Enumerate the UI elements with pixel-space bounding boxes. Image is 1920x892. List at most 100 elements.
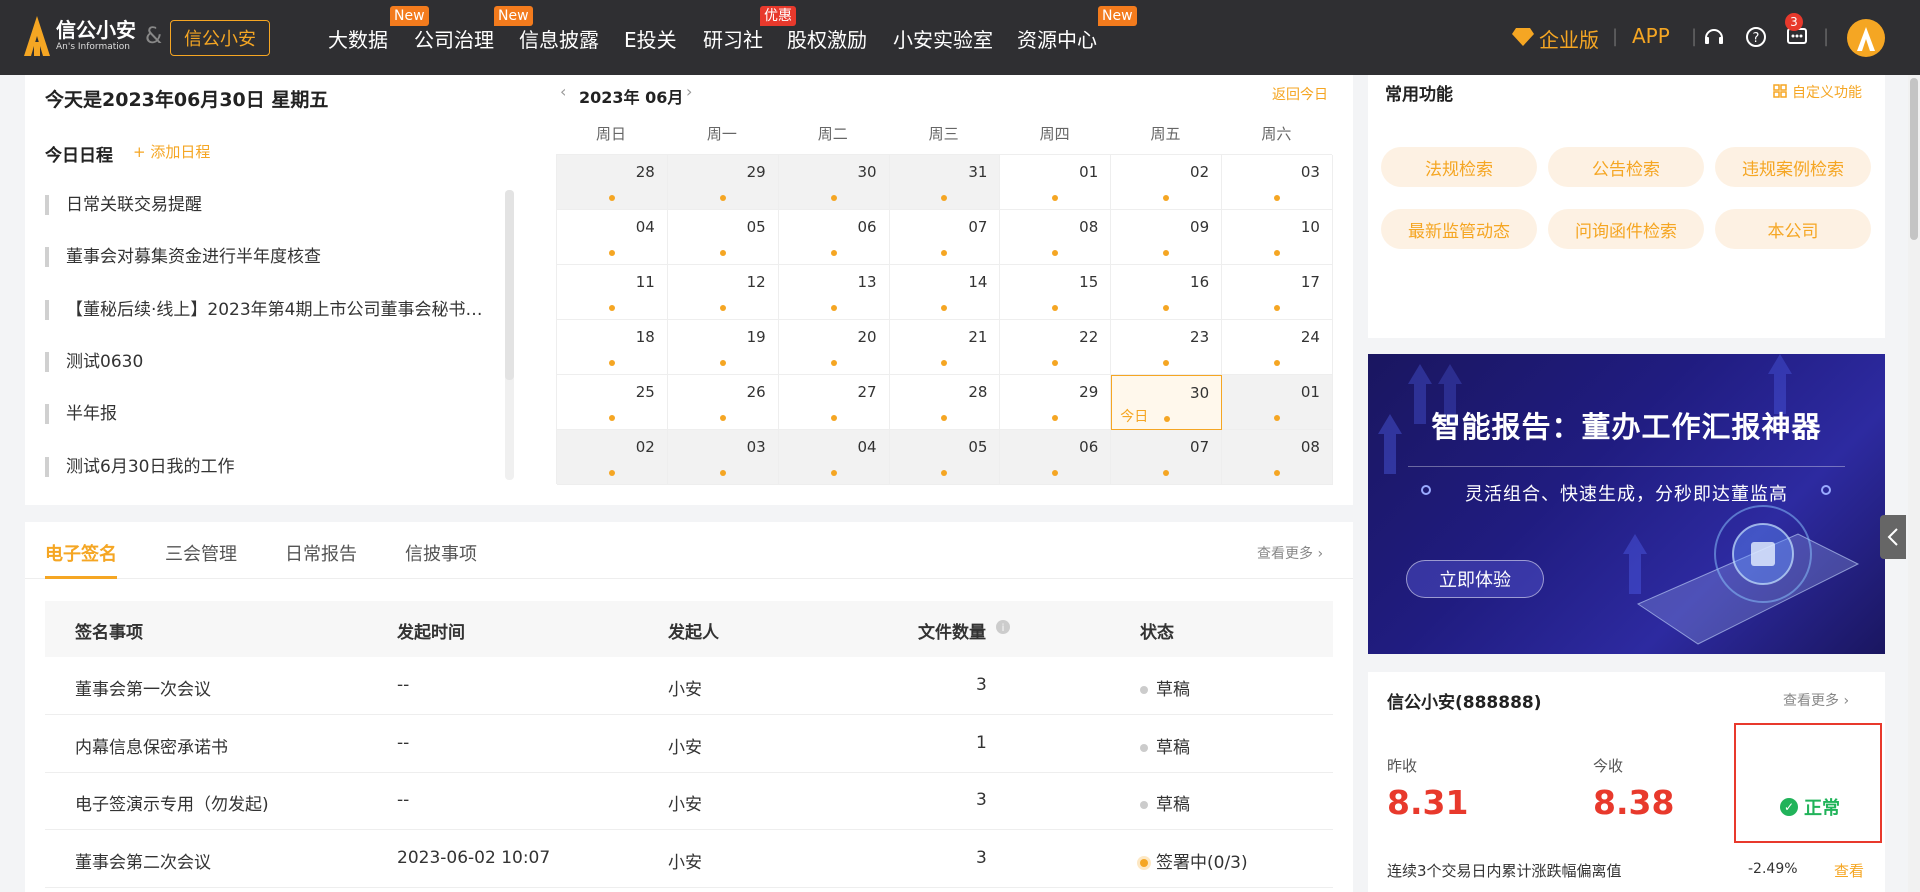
nav-governance[interactable]: 公司治理: [414, 24, 494, 53]
logo-separator: &: [145, 24, 163, 49]
help-icon[interactable]: ?: [1745, 26, 1767, 48]
calendar-day[interactable]: 24: [1222, 320, 1333, 375]
calendar-day[interactable]: 14: [889, 265, 1001, 320]
calendar-day[interactable]: 01: [1222, 375, 1333, 430]
function-this-company[interactable]: 本公司: [1715, 209, 1871, 249]
schedule-item[interactable]: 【董秘后续·线上】2023年第4期上市公司董事会秘书…: [45, 300, 482, 320]
calendar-day[interactable]: 26: [667, 375, 779, 430]
stock-view-link[interactable]: 查看: [1834, 860, 1864, 881]
calendar-day[interactable]: 08: [1000, 210, 1112, 265]
calendar-day[interactable]: 20: [778, 320, 890, 375]
back-to-today-link[interactable]: 返回今日: [1272, 84, 1328, 104]
calendar-day[interactable]: 23: [1111, 320, 1223, 375]
calendar-day[interactable]: 21: [889, 320, 1001, 375]
calendar-day[interactable]: 10: [1222, 210, 1333, 265]
calendar-day[interactable]: 09: [1111, 210, 1223, 265]
nav-resources[interactable]: 资源中心: [1017, 24, 1097, 53]
schedule-item[interactable]: 董事会对募集资金进行半年度核查: [45, 247, 321, 267]
event-dot: [1052, 360, 1059, 366]
calendar-day[interactable]: 25: [557, 375, 668, 430]
calendar-day[interactable]: 22: [1000, 320, 1112, 375]
calendar-day[interactable]: 06: [778, 210, 890, 265]
calendar-day[interactable]: 11: [557, 265, 668, 320]
nav-study[interactable]: 研习社: [703, 24, 763, 53]
customize-functions-link[interactable]: 自定义功能: [1792, 82, 1862, 102]
calendar-day[interactable]: 12: [667, 265, 779, 320]
calendar-day[interactable]: 30: [778, 155, 890, 210]
calendar-day[interactable]: 08: [1222, 430, 1333, 485]
try-now-button[interactable]: 立即体验: [1406, 560, 1544, 598]
nav-lab[interactable]: 小安实验室: [893, 24, 993, 53]
calendar-day[interactable]: 05: [889, 430, 1001, 485]
calendar-day[interactable]: 01: [1000, 155, 1112, 210]
enterprise-link[interactable]: 企业版: [1539, 24, 1599, 53]
schedule-item[interactable]: 半年报: [45, 404, 117, 424]
calendar-day[interactable]: 18: [557, 320, 668, 375]
calendar-day-number: 08: [1300, 438, 1320, 456]
calendar-day[interactable]: 04: [778, 430, 890, 485]
status-dot: [1140, 858, 1148, 867]
calendar-day[interactable]: 13: [778, 265, 890, 320]
calendar-day[interactable]: 29: [1000, 375, 1112, 430]
calendar-day[interactable]: 16: [1111, 265, 1223, 320]
calendar-day[interactable]: 03: [667, 430, 779, 485]
nav-disclosure[interactable]: 信息披露: [519, 24, 599, 53]
calendar-day[interactable]: 19: [667, 320, 779, 375]
tab-e-sign[interactable]: 电子签名: [45, 540, 117, 566]
calendar-day[interactable]: 27: [778, 375, 890, 430]
app-link[interactable]: APP: [1632, 24, 1670, 48]
headset-icon[interactable]: [1703, 26, 1725, 48]
function-violation-search[interactable]: 违规案例检索: [1715, 147, 1871, 187]
calendar-day[interactable]: 28: [557, 155, 668, 210]
calendar-day-today[interactable]: 30 今日: [1111, 375, 1223, 430]
prev-month-button[interactable]: ‹: [560, 82, 566, 101]
tab-daily-report[interactable]: 日常报告: [285, 540, 357, 566]
calendar-day[interactable]: 02: [1111, 155, 1223, 210]
avatar[interactable]: [1847, 19, 1885, 57]
stock-more-link[interactable]: 查看更多 ›: [1783, 690, 1849, 710]
cell-time: --: [397, 790, 410, 810]
side-panel-toggle[interactable]: [1880, 515, 1906, 559]
calendar-day[interactable]: 31: [889, 155, 1001, 210]
add-schedule-button[interactable]: + 添加日程: [133, 141, 210, 162]
event-dot: [830, 415, 837, 421]
status-text: 草稿: [1156, 737, 1190, 758]
nav-equity-incentive[interactable]: 股权激励: [787, 24, 867, 53]
schedule-item[interactable]: 测试0630: [45, 352, 143, 372]
calendar-day[interactable]: 07: [889, 210, 1001, 265]
page-scrollbar-thumb[interactable]: [1910, 78, 1918, 240]
calendar-day[interactable]: 06: [1000, 430, 1112, 485]
grid-icon[interactable]: [1773, 84, 1787, 98]
nav-big-data[interactable]: 大数据: [328, 24, 388, 53]
function-inquiry-search[interactable]: 问询函件检索: [1548, 209, 1704, 249]
next-month-button[interactable]: ›: [686, 82, 692, 101]
calendar-day[interactable]: 28: [889, 375, 1001, 430]
calendar-day[interactable]: 29: [667, 155, 779, 210]
logo[interactable]: 信公小安 An's Information: [24, 16, 136, 56]
nav-e-ir[interactable]: E投关: [624, 24, 677, 53]
calendar-day[interactable]: 15: [1000, 265, 1112, 320]
sign-more-link[interactable]: 查看更多 ›: [1257, 543, 1323, 563]
info-icon[interactable]: i: [995, 619, 1011, 635]
schedule-scrollbar-thumb[interactable]: [505, 190, 514, 380]
svg-text:?: ?: [1753, 31, 1760, 46]
svg-text:i: i: [1002, 623, 1005, 634]
calendar-day[interactable]: 17: [1222, 265, 1333, 320]
calendar-day[interactable]: 07: [1111, 430, 1223, 485]
event-dot: [830, 250, 837, 256]
tab-disclosure-items[interactable]: 信披事项: [405, 540, 477, 566]
calendar-day[interactable]: 02: [557, 430, 668, 485]
function-announcement-search[interactable]: 公告检索: [1548, 147, 1704, 187]
schedule-item[interactable]: 测试6月30日我的工作: [45, 457, 234, 477]
calendar-day[interactable]: 03: [1222, 155, 1333, 210]
calendar-day[interactable]: 05: [667, 210, 779, 265]
event-dot: [1274, 305, 1281, 311]
partner-badge[interactable]: 信公小安: [170, 20, 270, 56]
promo-banner[interactable]: 智能报告：董办工作汇报神器 灵活组合、快速生成，分秒即达董监高 立即体验: [1368, 354, 1885, 654]
function-regulatory-news[interactable]: 最新监管动态: [1381, 209, 1537, 249]
calendar-day[interactable]: 04: [557, 210, 668, 265]
function-regulation-search[interactable]: 法规检索: [1381, 147, 1537, 187]
message-count-badge: 3: [1785, 13, 1803, 31]
tab-three-meetings[interactable]: 三会管理: [165, 540, 237, 566]
schedule-item[interactable]: 日常关联交易提醒: [45, 195, 202, 215]
